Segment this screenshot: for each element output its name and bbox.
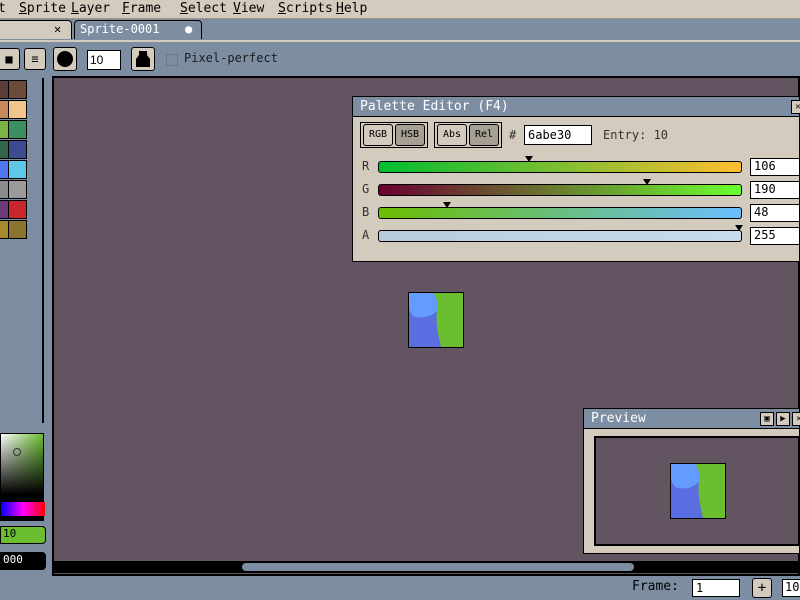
brush-options-button[interactable]: ≡ <box>24 48 46 70</box>
abs-rel-button-group: Abs Rel <box>434 122 502 148</box>
blue-channel-label: B <box>362 205 370 219</box>
mode-button-group: RGB HSB <box>360 122 428 148</box>
abs-button[interactable]: Abs <box>437 124 467 146</box>
palette-editor-title: Palette Editor (F4) <box>360 99 509 114</box>
pixel-perfect-label: Pixel-perfect <box>184 51 278 65</box>
preview-canvas[interactable] <box>594 436 800 546</box>
background-color-field[interactable]: 000 <box>0 552 46 570</box>
menu-help[interactable]: Help <box>336 1 367 16</box>
menu-bar: t Sprite Layer Frame Select View Scripts… <box>0 0 800 19</box>
preview-window: Preview ▣ ▶ ✕ <box>583 408 800 554</box>
rel-button[interactable]: Rel <box>469 124 499 146</box>
close-icon[interactable]: ✕ <box>54 22 61 36</box>
palette-swatch[interactable] <box>8 180 27 199</box>
rgb-mode-button[interactable]: RGB <box>363 124 393 146</box>
sprite-canvas[interactable] <box>408 292 464 348</box>
menu-sprite[interactable]: Sprite <box>19 1 66 16</box>
scrollbar-thumb[interactable] <box>242 563 634 571</box>
tab-label: Sprite-0001 <box>80 22 160 36</box>
preview-titlebar[interactable]: Preview ▣ ▶ ✕ <box>584 409 800 429</box>
palette-swatch[interactable] <box>8 80 27 99</box>
close-icon[interactable]: ✕ <box>792 412 800 426</box>
tab-bar: ✕ Sprite-0001 ● <box>0 19 800 39</box>
palette-swatch[interactable] <box>8 120 27 139</box>
menu-frame[interactable]: Frame <box>122 1 161 16</box>
circle-brush-icon <box>57 51 73 67</box>
close-icon[interactable]: ✕ <box>791 100 800 114</box>
modified-dot-icon[interactable]: ● <box>185 22 192 36</box>
blue-slider[interactable] <box>378 202 742 219</box>
frame-input[interactable] <box>692 579 740 597</box>
blue-value-field[interactable]: 48 <box>750 204 800 222</box>
alpha-channel-label: A <box>362 228 370 242</box>
hue-slider[interactable] <box>1 502 45 516</box>
ink-button[interactable] <box>131 47 155 71</box>
menu-edit[interactable]: t <box>0 1 6 16</box>
pixel-perfect-checkbox[interactable] <box>166 54 178 66</box>
alpha-value-field[interactable]: 255 <box>750 227 800 245</box>
menu-select[interactable]: Select <box>180 1 227 16</box>
red-channel-label: R <box>362 159 370 173</box>
zoom-field[interactable]: 10 <box>782 579 800 597</box>
palette-swatch[interactable] <box>8 160 27 179</box>
menu-layer[interactable]: Layer <box>71 1 110 16</box>
entry-label: Entry: 10 <box>603 128 669 142</box>
color-spectrum[interactable] <box>0 433 45 521</box>
palette-swatch[interactable] <box>8 140 27 159</box>
red-slider-thumb[interactable] <box>524 156 533 162</box>
red-value-field[interactable]: 106 <box>750 158 800 176</box>
hex-color-input[interactable] <box>524 125 592 145</box>
foreground-color-field[interactable]: 10 <box>0 526 46 544</box>
green-slider-thumb[interactable] <box>643 179 652 185</box>
preview-title: Preview <box>591 411 646 426</box>
blue-slider-thumb[interactable] <box>442 202 451 208</box>
maximize-icon[interactable]: ▣ <box>760 412 774 426</box>
alpha-slider[interactable] <box>378 225 743 242</box>
green-channel-label: G <box>362 182 370 196</box>
preview-sprite <box>670 463 726 519</box>
palette-swatch[interactable] <box>8 220 27 239</box>
menu-scripts[interactable]: Scripts <box>278 1 333 16</box>
preview-sprite-pixels <box>671 464 725 518</box>
tab-sprite-0001[interactable]: Sprite-0001 ● <box>74 20 202 39</box>
green-value-field[interactable]: 190 <box>750 181 800 199</box>
sprite-pixels <box>409 293 463 347</box>
menu-view[interactable]: View <box>233 1 264 16</box>
tab-other-sprite[interactable]: ✕ <box>0 20 72 39</box>
hash-label: # <box>509 128 517 142</box>
square-brush-button[interactable]: ■ <box>0 48 20 70</box>
context-bar: ■ ≡ <box>0 40 800 78</box>
add-frame-button[interactable]: + <box>752 578 772 598</box>
palette-swatch[interactable] <box>8 100 27 119</box>
circle-brush-button[interactable] <box>53 47 77 71</box>
alpha-slider-thumb[interactable] <box>735 225 743 231</box>
palette-editor-window: Palette Editor (F4) ✕ RGB HSB Abs Rel # … <box>352 96 800 262</box>
palette-editor-titlebar[interactable]: Palette Editor (F4) ✕ <box>353 97 800 117</box>
palette-panel <box>0 78 44 423</box>
status-bar: Frame: + 10 <box>0 576 800 600</box>
red-slider[interactable] <box>378 156 742 173</box>
palette-swatch[interactable] <box>8 200 27 219</box>
frame-label: Frame: <box>632 579 679 594</box>
play-icon[interactable]: ▶ <box>776 412 790 426</box>
green-slider[interactable] <box>378 179 742 196</box>
color-cursor[interactable] <box>13 448 21 456</box>
hsb-mode-button[interactable]: HSB <box>395 124 425 146</box>
brush-size-input[interactable] <box>87 50 121 70</box>
ink-bucket-icon <box>136 51 150 67</box>
